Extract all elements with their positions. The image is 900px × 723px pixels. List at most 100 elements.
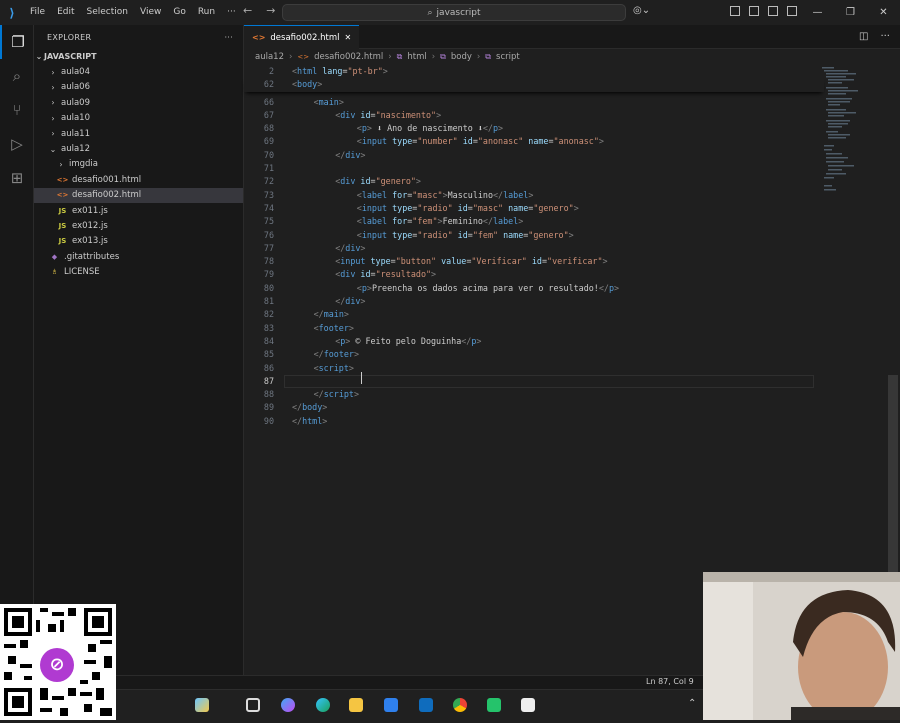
outlook-icon[interactable] [419, 698, 433, 712]
code-line[interactable]: 80 <p>Preencha os dados acima para ver o … [244, 282, 824, 295]
source-control-icon[interactable]: ⑂ [0, 93, 34, 127]
code-line[interactable]: 81 </div> [244, 295, 824, 308]
code-line[interactable]: 88 </script> [244, 388, 824, 401]
code-line[interactable]: 71 [244, 162, 824, 175]
copilot-taskbar-icon[interactable] [195, 698, 209, 712]
edge-icon[interactable] [316, 698, 330, 712]
tree-folder[interactable]: › imgdia [34, 157, 243, 172]
minimap[interactable] [820, 65, 890, 205]
tree-file[interactable]: JS ex012.js [34, 218, 243, 233]
task-view-icon[interactable] [246, 698, 260, 712]
tab-desafio002[interactable]: <> desafio002.html ✕ [244, 25, 360, 49]
code-line[interactable]: 78 <input type="button" value="Verificar"… [244, 255, 824, 268]
tree-file[interactable]: JS ex011.js [34, 203, 243, 218]
breadcrumb-folder[interactable]: aula12 [255, 52, 284, 62]
restore-icon[interactable]: ❐ [834, 0, 867, 25]
code-line[interactable]: 66 <main> [244, 96, 824, 109]
menu-item[interactable]: Run [192, 0, 221, 25]
menu-item[interactable]: View [134, 0, 167, 25]
file-explorer-icon[interactable] [349, 698, 363, 712]
code-line[interactable]: 74 <input type="radio" id="masc" name="ge… [244, 202, 824, 215]
tree-file[interactable]: <> desafio002.html [34, 187, 243, 203]
line-number: 79 [263, 269, 274, 280]
menu-item[interactable]: File [24, 0, 51, 25]
code-line[interactable]: 68 <p> ⬇ Ano de nascimento ⬇</p> [244, 122, 824, 135]
back-arrow-icon[interactable]: ← [243, 4, 252, 17]
menu-item[interactable]: Go [167, 0, 191, 25]
more-actions-icon[interactable]: ··· [224, 33, 233, 42]
copilot-app-icon[interactable] [281, 698, 295, 712]
code-line[interactable]: 87 [244, 374, 824, 389]
tab-close-icon[interactable]: ✕ [345, 33, 352, 42]
file-tree: › aula04 › aula06 › aula09 › aula10 › aula11 ⌄ aula… [34, 64, 243, 279]
store-icon[interactable] [384, 698, 398, 712]
tree-folder[interactable]: › aula09 [34, 95, 243, 110]
close-window-icon[interactable]: ✕ [867, 0, 900, 25]
code-line[interactable]: 73 <label for="masc">Masculino</label> [244, 189, 824, 202]
customize-layout-icon[interactable] [730, 6, 740, 16]
breadcrumb-html[interactable]: html [407, 52, 426, 62]
code-line[interactable]: 62 <body> [244, 78, 824, 92]
code-line[interactable]: 83 <footer> [244, 322, 824, 335]
more-actions-icon[interactable]: ··· [880, 31, 890, 42]
discord-icon[interactable] [487, 698, 501, 712]
code-line[interactable]: 84 <p> © Feito pelo Doguinha</p> [244, 335, 824, 348]
breadcrumb: aula12 › <> desafio002.html › ⧉ html › ⧉… [244, 49, 900, 65]
code-line[interactable]: 79 <div id="resultado"> [244, 268, 824, 281]
notepad-icon[interactable] [521, 698, 535, 712]
run-debug-icon[interactable]: ▷ [0, 127, 34, 161]
toggle-panel-icon[interactable] [768, 6, 778, 16]
code-editor[interactable]: 2 <html lang="pt-br"> 62 <body> 66 <main> 67 <d… [244, 65, 824, 428]
code-line[interactable]: 85 </footer> [244, 348, 824, 361]
menu-item[interactable]: ··· [221, 0, 242, 25]
minimize-icon[interactable]: — [801, 0, 834, 25]
explorer-header: EXPLORER ··· [34, 25, 243, 49]
code-line[interactable]: 90 </html> [244, 415, 824, 428]
tree-folder[interactable]: › aula04 [34, 64, 243, 79]
tree-folder[interactable]: ⌄ aula12 [34, 141, 243, 156]
html-file-icon: <> [252, 33, 266, 42]
toggle-secondary-sidebar-icon[interactable] [787, 6, 797, 16]
code-line[interactable]: 67 <div id="nascimento"> [244, 109, 824, 122]
tree-folder[interactable]: › aula11 [34, 126, 243, 141]
chrome-icon[interactable] [453, 698, 467, 712]
tree-folder[interactable]: › aula06 [34, 80, 243, 95]
code-line[interactable]: 86 <script> [244, 362, 824, 375]
chevron-right-icon: › [59, 159, 63, 169]
search-view-icon[interactable]: ⌕ [0, 59, 34, 93]
code-line[interactable]: 77 </div> [244, 242, 824, 255]
code-line[interactable]: 89 </body> [244, 401, 824, 414]
tree-folder[interactable]: › aula10 [34, 111, 243, 126]
code-line[interactable]: 69 <input type="number" id="anonasc" name… [244, 135, 824, 148]
extensions-icon[interactable]: ⊞ [0, 161, 34, 195]
code-line[interactable]: 75 <label for="fem">Feminino</label> [244, 215, 824, 228]
code-line[interactable]: 70 </div> [244, 149, 824, 162]
split-editor-icon[interactable]: ◫ [859, 31, 868, 42]
forward-arrow-icon[interactable]: → [266, 4, 275, 17]
command-center-search[interactable]: ⌕ javascript [282, 4, 626, 21]
workspace-root[interactable]: ⌄ JAVASCRIPT [34, 49, 243, 64]
line-number: 2 [268, 66, 274, 76]
breadcrumb-body[interactable]: body [451, 52, 472, 62]
menu-item[interactable]: Selection [81, 0, 134, 25]
chevron-up-icon[interactable]: ⌃ [688, 698, 696, 709]
html-file-icon: <> [56, 191, 69, 200]
code-line[interactable]: 72 <div id="genero"> [244, 175, 824, 188]
copilot-icon[interactable]: ◎⌄ [633, 5, 650, 16]
tree-file[interactable]: JS ex013.js [34, 234, 243, 249]
window-controls: — ❐ ✕ [801, 0, 900, 25]
toggle-sidebar-icon[interactable] [749, 6, 759, 16]
breadcrumb-file[interactable]: desafio002.html [314, 52, 383, 62]
code-line[interactable]: 82 </main> [244, 308, 824, 321]
explorer-icon[interactable]: ❐ [0, 25, 34, 59]
tree-file[interactable]: ♗ LICENSE [34, 264, 243, 279]
cursor-position[interactable]: Ln 87, Col 9 [646, 677, 694, 686]
tree-file[interactable]: <> desafio001.html [34, 172, 243, 187]
code-line[interactable]: 2 <html lang="pt-br"> [244, 65, 824, 79]
line-number: 73 [263, 189, 274, 200]
tree-file[interactable]: ◆ .gitattributes [34, 249, 243, 264]
menu-item[interactable]: Edit [51, 0, 80, 25]
breadcrumb-script[interactable]: script [496, 52, 520, 62]
vertical-scrollbar[interactable] [888, 375, 898, 580]
code-line[interactable]: 76 <input type="radio" id="fem" name="gen… [244, 229, 824, 242]
